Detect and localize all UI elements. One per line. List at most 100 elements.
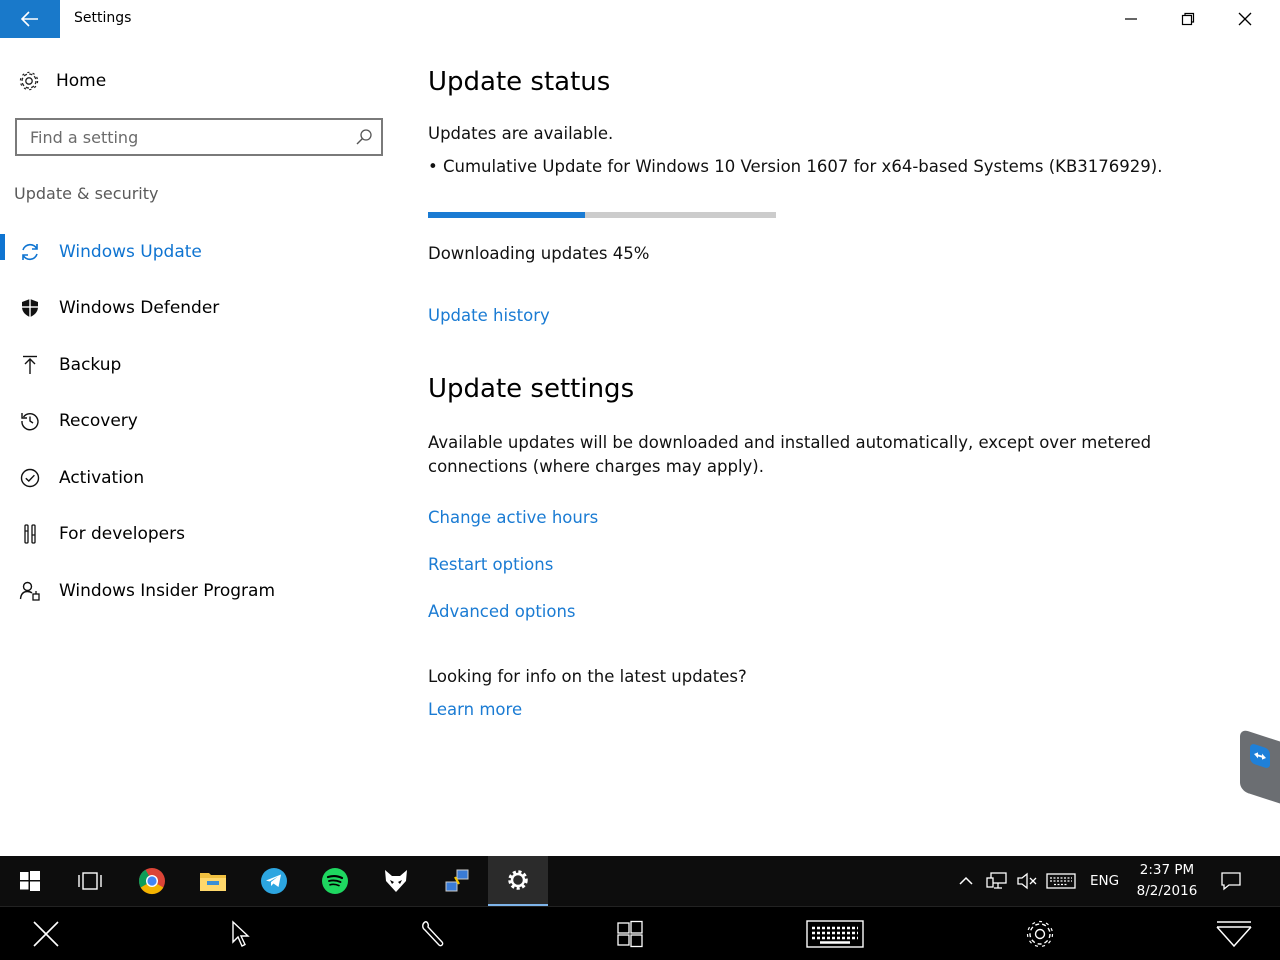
restore-button[interactable] <box>1159 0 1216 38</box>
sidebar-item-backup[interactable]: Backup <box>0 345 390 385</box>
file-explorer-icon <box>200 873 226 891</box>
sidebar-item-recovery[interactable]: Recovery <box>0 401 390 441</box>
update-history-link[interactable]: Update history <box>428 306 550 325</box>
upload-arrow-icon <box>18 353 42 377</box>
back-button[interactable] <box>0 0 60 38</box>
settings-taskbar-button[interactable] <box>488 856 548 906</box>
taskbar: ENG 2:37 PM 8/2/2016 <box>0 856 1280 906</box>
touch-keyboard-tray-button[interactable] <box>1046 856 1076 906</box>
remote-toolbar <box>0 906 1280 960</box>
volume-tray-button[interactable] <box>1016 856 1038 906</box>
teamviewer-icon <box>1250 744 1270 768</box>
sidebar-item-label: Backup <box>59 355 122 375</box>
sidebar-item-windows-update[interactable]: Windows Update <box>0 232 390 272</box>
network-app-taskbar-button[interactable] <box>427 856 487 906</box>
network-app-icon <box>445 869 469 892</box>
remote-menu-button[interactable] <box>1214 917 1254 951</box>
home-nav[interactable]: Home <box>18 68 106 94</box>
action-center-button[interactable] <box>1220 856 1242 906</box>
remote-pointer-button[interactable] <box>220 917 260 951</box>
settings-window: Settings Home Update & security <box>0 0 1280 856</box>
gear-icon <box>19 71 39 91</box>
home-label: Home <box>56 71 107 91</box>
download-progress-fill <box>428 212 585 218</box>
update-settings-heading: Update settings <box>428 374 635 404</box>
wrench-icon <box>422 921 444 947</box>
volume-muted-icon <box>1017 872 1037 890</box>
gear-icon <box>1026 920 1054 948</box>
sidebar-item-activation[interactable]: Activation <box>0 458 390 498</box>
remote-session-tab[interactable] <box>1240 728 1280 804</box>
change-active-hours-link[interactable]: Change active hours <box>428 508 598 527</box>
spotify-taskbar-button[interactable] <box>305 856 365 906</box>
remote-close-button[interactable] <box>26 917 66 951</box>
update-settings-description-line1: Available updates will be downloaded and… <box>428 433 1152 452</box>
clock-date: 8/2/2016 <box>1136 883 1198 899</box>
advanced-options-link[interactable]: Advanced options <box>428 602 576 621</box>
file-explorer-taskbar-button[interactable] <box>183 856 243 906</box>
title-bar: Settings <box>0 0 1280 38</box>
restart-options-link[interactable]: Restart options <box>428 555 553 574</box>
show-hidden-icons-button[interactable] <box>958 856 974 906</box>
close-icon <box>1238 12 1251 26</box>
chrome-taskbar-button[interactable] <box>122 856 182 906</box>
remote-settings-button[interactable] <box>1020 917 1060 951</box>
fox-app-icon <box>385 870 407 892</box>
sidebar-item-windows-insider-program[interactable]: Windows Insider Program <box>0 571 390 611</box>
sidebar-item-label: Windows Insider Program <box>59 581 276 601</box>
search-input[interactable] <box>17 120 347 154</box>
developer-tools-icon <box>18 522 42 546</box>
chevron-up-icon <box>959 876 973 885</box>
sidebar-item-label: Windows Defender <box>59 298 220 318</box>
search-icon[interactable] <box>355 128 373 146</box>
update-settings-description-line2: connections (where charges may apply). <box>428 457 764 476</box>
remote-tools-button[interactable] <box>414 917 454 951</box>
refresh-icon <box>18 240 42 264</box>
sidebar-item-label: Windows Update <box>59 242 202 262</box>
keyboard-icon <box>806 920 864 948</box>
clock[interactable]: 2:37 PM 8/2/2016 <box>1128 860 1206 902</box>
sidebar-item-label: For developers <box>59 524 185 544</box>
sidebar-item-label: Activation <box>59 468 145 488</box>
keyboard-icon <box>1046 873 1076 889</box>
network-tray-button[interactable] <box>986 856 1008 906</box>
telegram-icon <box>261 868 287 894</box>
restore-icon <box>1181 12 1194 26</box>
fox-app-taskbar-button[interactable] <box>366 856 426 906</box>
download-progress-text: Downloading updates 45% <box>428 244 650 263</box>
start-button[interactable] <box>0 856 60 906</box>
history-icon <box>18 409 42 433</box>
search-box <box>15 118 383 156</box>
network-icon <box>986 872 1007 889</box>
download-progress-bar <box>428 212 776 218</box>
settings-icon <box>508 870 528 890</box>
update-item-text: • Cumulative Update for Windows 10 Versi… <box>428 157 1163 176</box>
sidebar-item-label: Recovery <box>59 411 138 431</box>
insider-person-icon <box>18 579 42 603</box>
sidebar-item-windows-defender[interactable]: Windows Defender <box>0 288 390 328</box>
window-title: Settings <box>74 10 132 26</box>
remote-windows-button[interactable] <box>610 917 650 951</box>
section-label: Update & security <box>14 184 159 203</box>
dropdown-icon <box>1216 921 1252 948</box>
pointer-icon <box>232 920 250 947</box>
language-indicator[interactable]: ENG <box>1090 873 1119 889</box>
clock-time: 2:37 PM <box>1139 862 1195 878</box>
telegram-taskbar-button[interactable] <box>244 856 304 906</box>
learn-more-link[interactable]: Learn more <box>428 700 522 719</box>
spotify-icon <box>322 868 348 894</box>
task-view-button[interactable] <box>60 856 120 906</box>
updates-available-text: Updates are available. <box>428 124 614 143</box>
latest-updates-question: Looking for info on the latest updates? <box>428 667 747 686</box>
task-view-icon <box>78 872 102 890</box>
remote-keyboard-button[interactable] <box>805 917 865 951</box>
sidebar-item-for-developers[interactable]: For developers <box>0 514 390 554</box>
update-status-heading: Update status <box>428 67 611 97</box>
start-icon <box>20 871 40 891</box>
minimize-button[interactable] <box>1102 0 1159 38</box>
close-icon <box>33 921 59 947</box>
back-arrow-icon <box>21 11 38 27</box>
close-window-button[interactable] <box>1216 0 1273 38</box>
shield-icon <box>18 296 42 320</box>
check-circle-icon <box>18 466 42 490</box>
